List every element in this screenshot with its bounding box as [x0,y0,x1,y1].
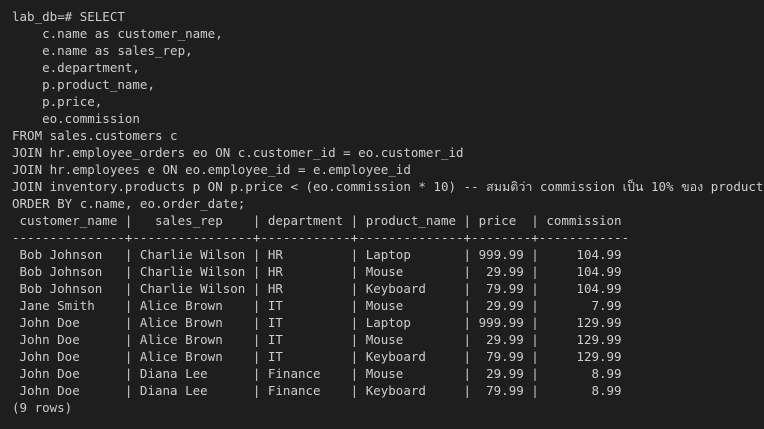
query-line: JOIN inventory.products p ON p.price < (… [12,179,764,194]
query-line: e.name as sales_rep, [12,43,193,58]
row-count: (9 rows) [12,400,73,415]
query-line: p.price, [12,94,103,109]
table-row: John Doe | Alice Brown | IT | Laptop | 9… [12,315,622,330]
table-row: Bob Johnson | Charlie Wilson | HR | Keyb… [12,281,622,296]
query-line: eo.commission [12,111,140,126]
query-line: JOIN hr.employee_orders eo ON c.customer… [12,145,464,160]
query-line: p.product_name, [12,77,155,92]
table-row: John Doe | Diana Lee | Finance | Mouse |… [12,366,622,381]
table-row: Bob Johnson | Charlie Wilson | HR | Mous… [12,264,622,279]
table-row: John Doe | Diana Lee | Finance | Keyboar… [12,383,622,398]
result-header: customer_name | sales_rep | department |… [12,213,622,228]
terminal-window[interactable]: lab_db=# SELECT c.name as customer_name,… [0,0,764,429]
prompt-line: lab_db=# SELECT [12,9,125,24]
query-line: ORDER BY c.name, eo.order_date; [12,196,246,211]
table-row: John Doe | Alice Brown | IT | Mouse | 29… [12,332,622,347]
table-row: Jane Smith | Alice Brown | IT | Mouse | … [12,298,622,313]
result-separator: ---------------+----------------+-------… [12,230,630,245]
query-line: JOIN hr.employees e ON eo.employee_id = … [12,162,411,177]
query-line: FROM sales.customers c [12,128,178,143]
query-line: c.name as customer_name, [12,26,223,41]
query-line: e.department, [12,60,140,75]
table-row: Bob Johnson | Charlie Wilson | HR | Lapt… [12,247,622,262]
table-row: John Doe | Alice Brown | IT | Keyboard |… [12,349,622,364]
